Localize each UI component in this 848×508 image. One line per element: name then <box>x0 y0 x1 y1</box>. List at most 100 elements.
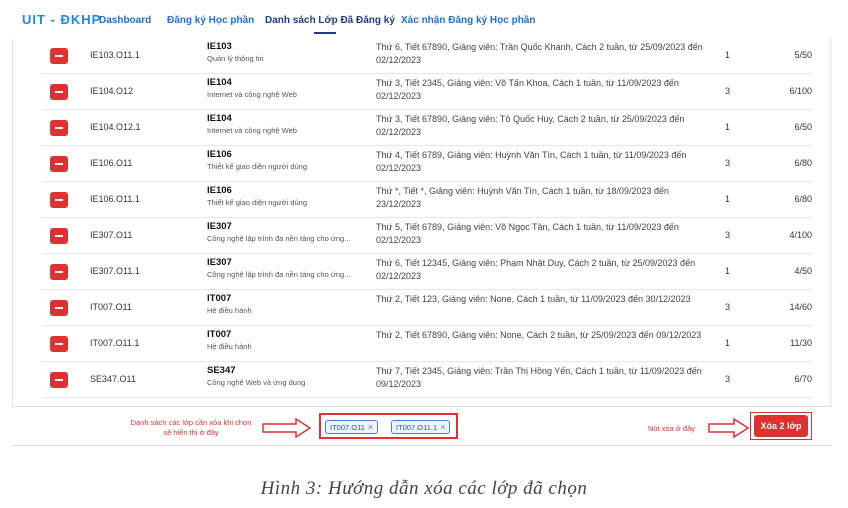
minus-icon <box>55 271 63 273</box>
table-row: IE104.O12 IE104 Internet và công nghệ Web T… <box>42 74 812 110</box>
selection-hint-text: Danh sách các lớp cần xóa khi chọn sẽ hi… <box>130 418 252 437</box>
active-tab-indicator <box>314 32 336 34</box>
remove-class-button[interactable] <box>50 120 68 136</box>
subject-name: Thiết kế giao diện người dùng <box>207 162 308 171</box>
class-code: IE307.O11 <box>90 230 133 240</box>
class-code: IE106.O11 <box>90 158 133 168</box>
delete-selected-button[interactable]: Xóa 2 lớp <box>754 415 808 437</box>
chip-remove-icon[interactable]: × <box>368 422 373 432</box>
subject-code: IT007 <box>207 293 232 304</box>
selected-class-chip[interactable]: IT007.O11 × <box>325 420 379 434</box>
subject-cell: IE103 Quản lý thông tin <box>207 41 377 63</box>
remove-class-button[interactable] <box>50 336 68 352</box>
class-code: IT007.O11.1 <box>90 338 140 348</box>
class-schedule: Thứ *, Tiết *, Giảng viên: Huỳnh Văn Tín… <box>376 186 670 209</box>
subject-cell: IE104 Internet và công nghệ Web <box>207 113 377 135</box>
table-row: IT007.O11.1 IT007 Hệ điều hành Thứ 2, Tiết … <box>42 326 812 362</box>
nav-course-registration[interactable]: Đăng ký Học phần <box>167 15 254 26</box>
subject-name: Quản lý thông tin <box>207 54 264 63</box>
class-code: IT007.O11 <box>90 302 132 312</box>
subject-code: IE307 <box>207 221 232 232</box>
class-capacity: 6/70 <box>794 374 812 384</box>
chip-remove-icon[interactable]: × <box>440 422 445 432</box>
subject-code: IE103 <box>207 41 232 52</box>
chip-label: IT007.O11.1 <box>396 422 438 432</box>
nav-registered-classes[interactable]: Danh sách Lớp Đã Đăng ký <box>265 15 395 26</box>
minus-icon <box>55 379 63 381</box>
subject-cell: IE307 Công nghệ lập trình đa nền tảng cho… <box>207 221 377 243</box>
subject-name: Thiết kế giao diện người dùng <box>207 198 308 207</box>
remove-class-button[interactable] <box>50 372 68 388</box>
class-credits: 3 <box>725 86 731 96</box>
class-credits: 3 <box>725 302 731 312</box>
subject-code: IT007 <box>207 329 232 340</box>
class-capacity: 6/50 <box>794 122 812 132</box>
class-capacity: 14/60 <box>789 302 812 312</box>
subject-code: IE104 <box>207 77 232 88</box>
nav-confirm-registration[interactable]: Xác nhận Đăng ký Học phần <box>401 15 535 26</box>
table-row: IE104.O12.1 IE104 Internet và công nghệ We… <box>42 110 812 146</box>
remove-class-button[interactable] <box>50 228 68 244</box>
remove-class-button[interactable] <box>50 156 68 172</box>
minus-icon <box>55 127 63 129</box>
selected-classes-box: IT007.O11 × IT007.O11.1 × <box>319 413 458 439</box>
minus-icon <box>55 235 63 237</box>
remove-class-button[interactable] <box>50 48 68 64</box>
subject-name: Công nghệ Web và ứng dụng <box>207 378 306 387</box>
remove-class-button[interactable] <box>50 192 68 208</box>
delete-hint-text: Nút xóa ở đây <box>648 424 696 433</box>
subject-cell: IT007 Hệ điều hành <box>207 293 377 315</box>
class-schedule: Thứ 7, Tiết 2345, Giảng viên: Trần Thị H… <box>376 366 702 389</box>
class-capacity: 11/30 <box>790 338 812 348</box>
subject-name: Hệ điều hành <box>207 342 252 351</box>
class-credits: 1 <box>725 122 731 132</box>
selected-class-chip[interactable]: IT007.O11.1 × <box>391 420 451 434</box>
brand-logo[interactable]: UIT - ĐKHP <box>22 12 101 27</box>
class-schedule: Thứ 6, Tiết 67890, Giảng viên: Trần Quốc… <box>376 42 703 65</box>
right-arrow-icon <box>262 418 312 438</box>
nav-dashboard[interactable]: Dashboard <box>99 15 151 26</box>
class-code: IE106.O11.1 <box>90 194 140 204</box>
minus-icon <box>55 307 63 309</box>
top-navbar: UIT - ĐKHP Dashboard Đăng ký Học phần Da… <box>0 0 848 40</box>
subject-name: Internet và công nghệ Web <box>207 90 297 99</box>
class-schedule: Thứ 3, Tiết 2345, Giảng viên: Võ Tấn Kho… <box>376 78 679 101</box>
subject-code: IE104 <box>207 113 232 124</box>
remove-class-button[interactable] <box>50 84 68 100</box>
subject-name: Công nghệ lập trình đa nền tảng cho ứng.… <box>207 270 351 279</box>
class-schedule: Thứ 6, Tiết 12345, Giảng viên: Phạm Nhật… <box>376 258 696 281</box>
minus-icon <box>55 199 63 201</box>
figure-caption: Hình 3: Hướng dẫn xóa các lớp đã chọn <box>260 478 588 499</box>
class-schedule: Thứ 3, Tiết 67890, Giảng viên: Tô Quốc H… <box>376 114 685 137</box>
class-schedule: Thứ 5, Tiết 6789, Giảng viên: Võ Ngọc Tâ… <box>376 222 679 245</box>
subject-cell: IE104 Internet và công nghệ Web <box>207 77 377 99</box>
class-code: IE104.O12.1 <box>90 122 141 132</box>
subject-cell: IE106 Thiết kế giao diện người dùng <box>207 185 377 207</box>
class-capacity: 6/80 <box>794 158 812 168</box>
minus-icon <box>55 55 63 57</box>
class-credits: 1 <box>725 338 731 348</box>
class-credits: 3 <box>725 230 731 240</box>
table-row: IE103.O11.1 IE103 Quản lý thông tin Thứ 6, … <box>42 38 812 74</box>
class-schedule: Thứ 2, Tiết 67890, Giảng viên: None, Các… <box>376 330 702 340</box>
table-row: IE106.O11.1 IE106 Thiết kế giao diện người… <box>42 182 812 218</box>
subject-name: Công nghệ lập trình đa nền tảng cho ứng.… <box>207 234 351 243</box>
subject-code: IE106 <box>207 149 232 160</box>
table-row: IE307.O11 IE307 Công nghệ lập trình đa nền… <box>42 218 812 254</box>
remove-class-button[interactable] <box>50 264 68 280</box>
minus-icon <box>55 343 63 345</box>
minus-icon <box>55 91 63 93</box>
subject-name: Hệ điều hành <box>207 306 252 315</box>
class-credits: 1 <box>725 194 731 204</box>
subject-name: Internet và công nghệ Web <box>207 126 297 135</box>
class-code: SE347.O11 <box>90 374 136 384</box>
class-capacity: 4/100 <box>789 230 812 240</box>
class-schedule: Thứ 4, Tiết 6789, Giảng viên: Huỳnh Văn … <box>376 150 687 173</box>
class-code: IE104.O12 <box>90 86 134 96</box>
subject-code: SE347 <box>207 365 236 376</box>
table-row: IE307.O11.1 IE307 Công nghệ lập trình đa n… <box>42 254 812 290</box>
table-scrollbar[interactable] <box>829 38 832 406</box>
subject-cell: IE307 Công nghệ lập trình đa nền tảng cho… <box>207 257 377 279</box>
table-row: IT007.O11 IT007 Hệ điều hành Thứ 2, Tiết 12… <box>42 290 812 326</box>
remove-class-button[interactable] <box>50 300 68 316</box>
